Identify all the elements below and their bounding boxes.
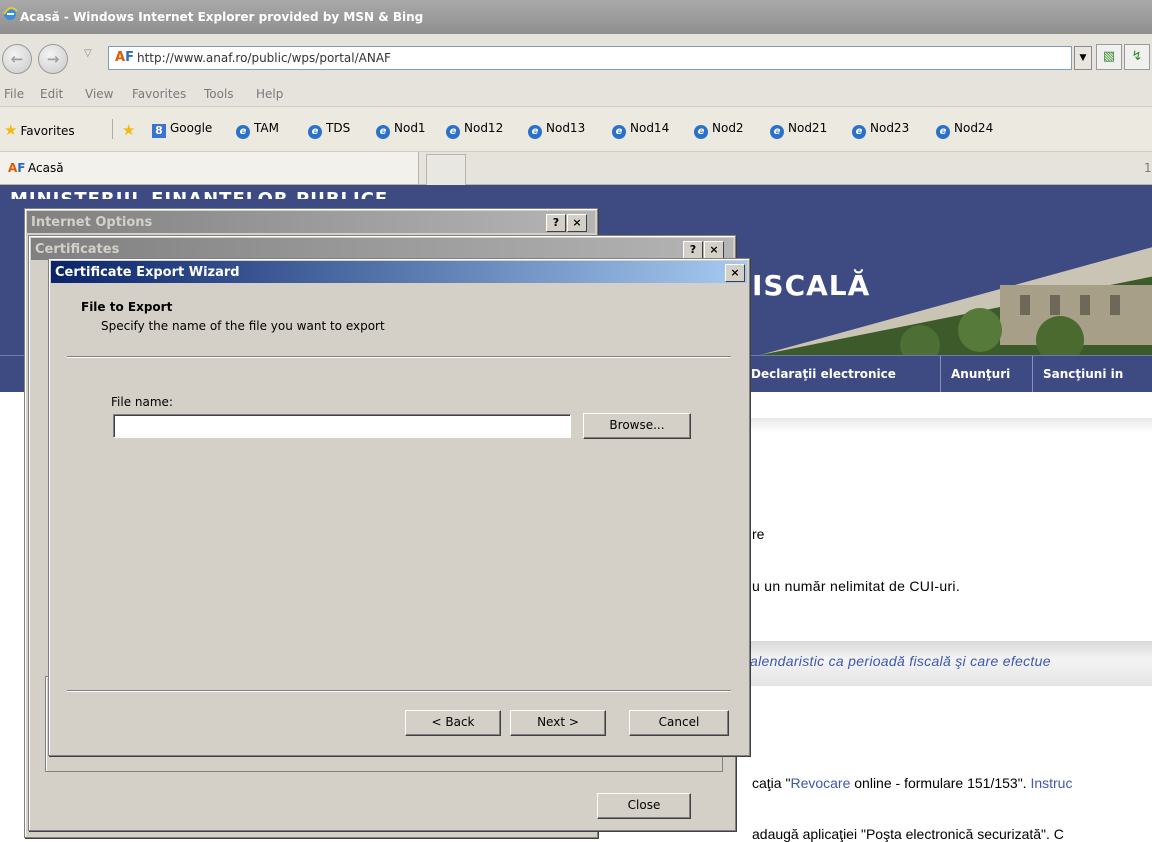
ie-page-icon: e (770, 125, 784, 139)
ie-page-icon: e (528, 125, 542, 139)
address-url: http://www.anaf.ro/public/wps/portal/ANA… (137, 51, 391, 65)
close-icon[interactable]: × (567, 214, 587, 232)
help-icon[interactable]: ? (683, 241, 703, 259)
favorites-button[interactable]: ★ Favorites (4, 121, 75, 139)
revocare-link[interactable]: Revocare (790, 775, 850, 791)
dialog-title: Certificate Export Wizard (55, 265, 240, 280)
tab-acasa[interactable]: AF Acasă (0, 152, 419, 184)
file-name-input[interactable] (113, 414, 571, 438)
address-bar[interactable]: AF http://www.anaf.ro/public/wps/portal/… (108, 46, 1072, 70)
nav-declaratii[interactable]: Declaraţii electronice (740, 356, 906, 392)
fav-nod14[interactable]: e Nod14 (612, 121, 669, 139)
back-button[interactable]: < Back (405, 710, 501, 736)
page-line: adaugă aplicaţiei "Poşta electronică sec… (752, 826, 1064, 842)
ie-page-icon: e (308, 125, 322, 139)
menu-help[interactable]: Help (256, 87, 283, 101)
ie-page-icon: e (694, 125, 708, 139)
fav-nod1[interactable]: e Nod1 (376, 121, 426, 139)
nav-anunturi[interactable]: Anunţuri (940, 356, 1020, 392)
ie-page-icon: e (612, 125, 626, 139)
tab-row: AF Acasă 1 (0, 152, 1152, 185)
fav-nod23[interactable]: e Nod23 (852, 121, 909, 139)
certificate-export-wizard: Certificate Export Wizard × File to Expo… (48, 258, 750, 756)
back-button[interactable]: ← (2, 44, 32, 74)
close-button[interactable]: Close (597, 793, 691, 819)
ministry-name: MINISTERUL FINANTELOR PUBLICE (10, 185, 388, 199)
new-tab-button[interactable] (426, 154, 466, 185)
add-to-favorites-icon[interactable]: ★ (122, 121, 138, 139)
favorites-bar: ★ Favorites ★ 8 Google e TAM e TDS e Nod1 e No… (0, 107, 1152, 152)
address-dropdown-icon[interactable]: ▼ (1074, 46, 1092, 70)
close-icon[interactable]: × (725, 264, 745, 282)
page-line: caţia "Revocare online - formulare 151/1… (752, 775, 1073, 791)
help-icon[interactable]: ? (546, 214, 566, 232)
fav-nod21[interactable]: e Nod21 (770, 121, 827, 139)
back-arrow-icon: ← (10, 50, 24, 68)
divider (67, 690, 731, 692)
compatibility-view-icon[interactable]: ▧ (1096, 44, 1122, 70)
star-icon: ★ (4, 121, 18, 139)
ie-page-icon: e (236, 125, 250, 139)
certificates-title-bar: Certificates ? × (31, 238, 733, 260)
next-button[interactable]: Next > (510, 710, 606, 736)
fav-tds[interactable]: e TDS (308, 121, 350, 139)
fav-google[interactable]: 8 Google (152, 121, 212, 138)
site-favicon-icon: AF (115, 50, 134, 65)
forward-button[interactable]: → (38, 44, 68, 74)
close-icon[interactable]: × (704, 241, 724, 259)
content-band (740, 418, 1152, 432)
forward-arrow-icon: → (46, 50, 60, 68)
fav-tam[interactable]: e TAM (236, 121, 279, 139)
google-icon: 8 (152, 124, 166, 138)
ie-page-icon: e (446, 125, 460, 139)
site-favicon-icon: AF (8, 161, 26, 175)
wizard-subheading: Specify the name of the file you want to… (101, 319, 385, 333)
refresh-icon[interactable]: ↯ (1124, 44, 1150, 70)
wizard-title-bar: Certificate Export Wizard × (51, 261, 747, 283)
page-link-line[interactable]: alendaristic ca perioadă fiscală şi care… (750, 653, 1051, 669)
fav-nod12[interactable]: e Nod12 (446, 121, 503, 139)
nav-sanctiuni[interactable]: Sancţiuni in (1032, 356, 1133, 392)
browse-button[interactable]: Browse... (583, 413, 691, 439)
ie-page-icon: e (376, 125, 390, 139)
wizard-heading: File to Export (81, 300, 173, 314)
dialog-title: Certificates (35, 242, 120, 257)
menu-view[interactable]: View (85, 87, 113, 101)
divider (112, 119, 113, 139)
cancel-button[interactable]: Cancel (629, 710, 729, 736)
fav-nod13[interactable]: e Nod13 (528, 121, 585, 139)
internet-options-title-bar: Internet Options ? × (27, 211, 595, 233)
file-name-label: File name: (111, 395, 173, 409)
divider (67, 356, 731, 358)
browser-title-bar: Acasă - Windows Internet Explorer provid… (0, 0, 1152, 34)
menu-file[interactable]: File (4, 87, 24, 101)
fav-nod2[interactable]: e Nod2 (694, 121, 744, 139)
site-title: ISCALĂ (752, 269, 871, 302)
menu-favorites[interactable]: Favorites (132, 87, 186, 101)
address-row: ← → ▽ AF http://www.anaf.ro/public/wps/p… (0, 34, 1152, 83)
tab-count-hint: 1 (1144, 161, 1152, 175)
ie-page-icon: e (936, 125, 950, 139)
page-line: re (752, 526, 765, 542)
instructiuni-link[interactable]: Instruc (1030, 775, 1072, 791)
menu-bar: File Edit View Favorites Tools Help (0, 82, 1152, 107)
page-line: u un număr nelimitat de CUI-uri. (752, 578, 961, 594)
menu-tools[interactable]: Tools (204, 87, 234, 101)
tab-label: Acasă (28, 161, 64, 175)
menu-edit[interactable]: Edit (40, 87, 63, 101)
recent-pages-dropdown-icon[interactable]: ▽ (84, 48, 92, 59)
dialog-title: Internet Options (31, 215, 153, 230)
window-title: Acasă - Windows Internet Explorer provid… (20, 10, 424, 24)
ie-page-icon: e (852, 125, 866, 139)
ie-logo-icon (3, 7, 18, 20)
fav-nod24[interactable]: e Nod24 (936, 121, 993, 139)
